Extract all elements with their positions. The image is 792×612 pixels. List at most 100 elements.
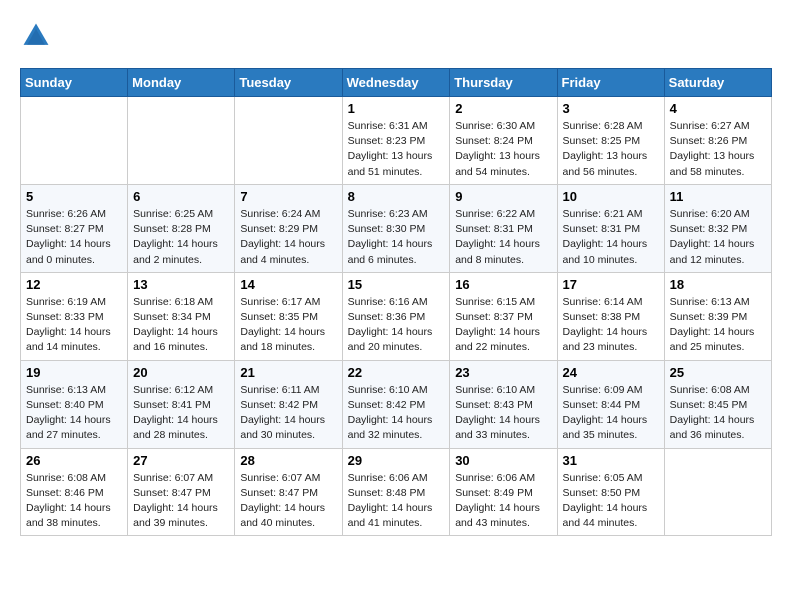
logo [20,20,58,52]
day-info: Sunrise: 6:13 AM Sunset: 8:40 PM Dayligh… [26,383,122,444]
day-number: 11 [670,189,766,204]
day-info: Sunrise: 6:06 AM Sunset: 8:49 PM Dayligh… [455,471,551,532]
calendar-day-cell: 8Sunrise: 6:23 AM Sunset: 8:30 PM Daylig… [342,184,450,272]
day-number: 1 [348,101,445,116]
calendar-day-cell: 29Sunrise: 6:06 AM Sunset: 8:48 PM Dayli… [342,448,450,536]
day-info: Sunrise: 6:17 AM Sunset: 8:35 PM Dayligh… [240,295,336,356]
calendar-day-cell: 11Sunrise: 6:20 AM Sunset: 8:32 PM Dayli… [664,184,771,272]
weekday-header: Wednesday [342,69,450,97]
day-info: Sunrise: 6:09 AM Sunset: 8:44 PM Dayligh… [563,383,659,444]
calendar-day-cell: 27 Sunrise: 6:07 AM Sunset: 8:47 PM Dayli… [128,448,235,536]
day-info: Sunrise: 6:12 AM Sunset: 8:41 PM Dayligh… [133,383,229,444]
calendar-day-cell [664,448,771,536]
day-info: Sunrise: 6:26 AM Sunset: 8:27 PM Dayligh… [26,207,122,268]
calendar-day-cell: 24 Sunrise: 6:09 AM Sunset: 8:44 PM Dayli… [557,360,664,448]
day-number: 16 [455,277,551,292]
day-number: 27 [133,453,229,468]
day-number: 26 [26,453,122,468]
day-info: Sunrise: 6:24 AM Sunset: 8:29 PM Dayligh… [240,207,336,268]
day-info: Sunrise: 6:27 AM Sunset: 8:26 PM Dayligh… [670,119,766,180]
calendar-header-row: SundayMondayTuesdayWednesdayThursdayFrid… [21,69,772,97]
calendar-day-cell: 20 Sunrise: 6:12 AM Sunset: 8:41 PM Dayli… [128,360,235,448]
weekday-header: Saturday [664,69,771,97]
day-number: 8 [348,189,445,204]
day-number: 2 [455,101,551,116]
calendar-day-cell: 4 Sunrise: 6:27 AM Sunset: 8:26 PM Daylig… [664,97,771,185]
day-info: Sunrise: 6:15 AM Sunset: 8:37 PM Dayligh… [455,295,551,356]
calendar-week-row: 26Sunrise: 6:08 AM Sunset: 8:46 PM Dayli… [21,448,772,536]
day-number: 25 [670,365,766,380]
page-header [20,20,772,52]
day-number: 22 [348,365,445,380]
calendar-week-row: 5Sunrise: 6:26 AM Sunset: 8:27 PM Daylig… [21,184,772,272]
calendar-day-cell: 14 Sunrise: 6:17 AM Sunset: 8:35 PM Dayli… [235,272,342,360]
calendar-day-cell: 15 Sunrise: 6:16 AM Sunset: 8:36 PM Dayli… [342,272,450,360]
calendar-day-cell [21,97,128,185]
calendar-day-cell: 22Sunrise: 6:10 AM Sunset: 8:42 PM Dayli… [342,360,450,448]
day-info: Sunrise: 6:18 AM Sunset: 8:34 PM Dayligh… [133,295,229,356]
day-info: Sunrise: 6:25 AM Sunset: 8:28 PM Dayligh… [133,207,229,268]
calendar-day-cell: 21 Sunrise: 6:11 AM Sunset: 8:42 PM Dayli… [235,360,342,448]
day-info: Sunrise: 6:07 AM Sunset: 8:47 PM Dayligh… [240,471,336,532]
day-info: Sunrise: 6:28 AM Sunset: 8:25 PM Dayligh… [563,119,659,180]
day-info: Sunrise: 6:14 AM Sunset: 8:38 PM Dayligh… [563,295,659,356]
calendar-day-cell [128,97,235,185]
calendar-day-cell: 19 Sunrise: 6:13 AM Sunset: 8:40 PM Dayli… [21,360,128,448]
day-number: 14 [240,277,336,292]
weekday-header: Monday [128,69,235,97]
day-number: 21 [240,365,336,380]
day-number: 9 [455,189,551,204]
day-info: Sunrise: 6:16 AM Sunset: 8:36 PM Dayligh… [348,295,445,356]
calendar-day-cell: 1 Sunrise: 6:31 AM Sunset: 8:23 PM Daylig… [342,97,450,185]
weekday-header: Friday [557,69,664,97]
day-number: 15 [348,277,445,292]
calendar-day-cell: 25 Sunrise: 6:08 AM Sunset: 8:45 PM Dayli… [664,360,771,448]
calendar-day-cell: 30Sunrise: 6:06 AM Sunset: 8:49 PM Dayli… [450,448,557,536]
weekday-header: Thursday [450,69,557,97]
day-number: 4 [670,101,766,116]
day-info: Sunrise: 6:08 AM Sunset: 8:45 PM Dayligh… [670,383,766,444]
calendar-week-row: 12 Sunrise: 6:19 AM Sunset: 8:33 PM Dayli… [21,272,772,360]
day-number: 12 [26,277,122,292]
day-info: Sunrise: 6:13 AM Sunset: 8:39 PM Dayligh… [670,295,766,356]
calendar-day-cell [235,97,342,185]
weekday-header: Sunday [21,69,128,97]
calendar-day-cell: 3 Sunrise: 6:28 AM Sunset: 8:25 PM Daylig… [557,97,664,185]
day-number: 7 [240,189,336,204]
day-info: Sunrise: 6:19 AM Sunset: 8:33 PM Dayligh… [26,295,122,356]
calendar-day-cell: 5Sunrise: 6:26 AM Sunset: 8:27 PM Daylig… [21,184,128,272]
day-info: Sunrise: 6:11 AM Sunset: 8:42 PM Dayligh… [240,383,336,444]
day-number: 10 [563,189,659,204]
day-number: 19 [26,365,122,380]
day-number: 28 [240,453,336,468]
day-number: 6 [133,189,229,204]
day-number: 18 [670,277,766,292]
calendar-week-row: 1 Sunrise: 6:31 AM Sunset: 8:23 PM Daylig… [21,97,772,185]
calendar-day-cell: 2 Sunrise: 6:30 AM Sunset: 8:24 PM Daylig… [450,97,557,185]
day-number: 23 [455,365,551,380]
day-info: Sunrise: 6:07 AM Sunset: 8:47 PM Dayligh… [133,471,229,532]
calendar-table: SundayMondayTuesdayWednesdayThursdayFrid… [20,68,772,536]
calendar-day-cell: 17 Sunrise: 6:14 AM Sunset: 8:38 PM Dayli… [557,272,664,360]
calendar-week-row: 19 Sunrise: 6:13 AM Sunset: 8:40 PM Dayli… [21,360,772,448]
day-number: 17 [563,277,659,292]
calendar-day-cell: 28 Sunrise: 6:07 AM Sunset: 8:47 PM Dayli… [235,448,342,536]
logo-icon [20,20,52,52]
calendar-day-cell: 12 Sunrise: 6:19 AM Sunset: 8:33 PM Dayli… [21,272,128,360]
calendar-day-cell: 26Sunrise: 6:08 AM Sunset: 8:46 PM Dayli… [21,448,128,536]
day-number: 31 [563,453,659,468]
day-info: Sunrise: 6:30 AM Sunset: 8:24 PM Dayligh… [455,119,551,180]
day-info: Sunrise: 6:10 AM Sunset: 8:43 PM Dayligh… [455,383,551,444]
calendar-day-cell: 18 Sunrise: 6:13 AM Sunset: 8:39 PM Dayli… [664,272,771,360]
calendar-day-cell: 7 Sunrise: 6:24 AM Sunset: 8:29 PM Daylig… [235,184,342,272]
calendar-day-cell: 31Sunrise: 6:05 AM Sunset: 8:50 PM Dayli… [557,448,664,536]
day-number: 24 [563,365,659,380]
day-number: 3 [563,101,659,116]
day-info: Sunrise: 6:31 AM Sunset: 8:23 PM Dayligh… [348,119,445,180]
calendar-day-cell: 10Sunrise: 6:21 AM Sunset: 8:31 PM Dayli… [557,184,664,272]
day-number: 13 [133,277,229,292]
calendar-day-cell: 16 Sunrise: 6:15 AM Sunset: 8:37 PM Dayli… [450,272,557,360]
day-number: 29 [348,453,445,468]
day-number: 20 [133,365,229,380]
calendar-day-cell: 13 Sunrise: 6:18 AM Sunset: 8:34 PM Dayli… [128,272,235,360]
